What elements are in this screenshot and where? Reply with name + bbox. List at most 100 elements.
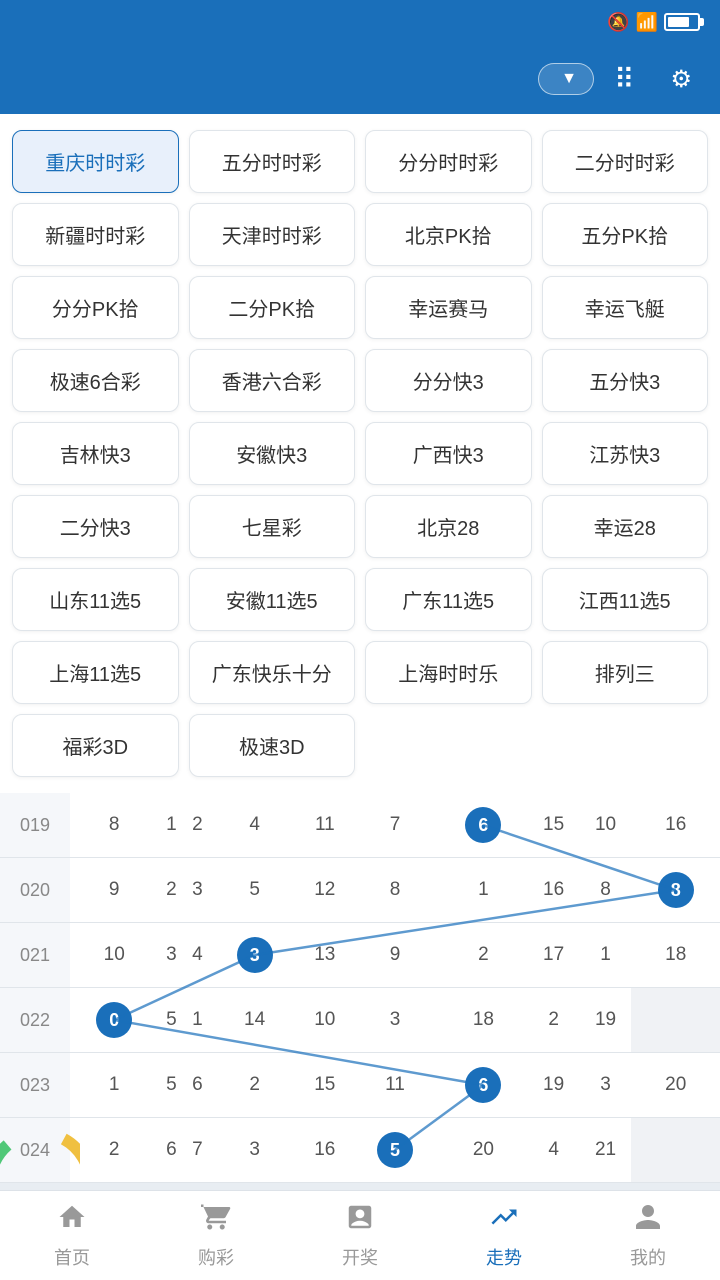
data-cell: 8 [351, 858, 439, 923]
lottery-item-jisu-6hc[interactable]: 极速6合彩 [12, 349, 179, 412]
lottery-item-jilin-k3[interactable]: 吉林快3 [12, 422, 179, 485]
nav-label-trend: 走势 [486, 1244, 522, 1270]
lottery-item-fenfen[interactable]: 分分时时彩 [365, 130, 532, 193]
data-cell: 8 [631, 858, 720, 923]
lottery-item-anhui-11x5[interactable]: 安徽11选5 [189, 568, 356, 631]
table-row: 024267316520421 [0, 1118, 720, 1183]
nav-item-mine[interactable]: 我的 [576, 1191, 720, 1280]
issue-cell: 021 [0, 923, 70, 988]
data-cell: 9 [70, 858, 158, 923]
data-cell: 16 [631, 793, 720, 858]
data-cell: 21 [580, 1118, 632, 1183]
data-cell: 2 [210, 1053, 298, 1118]
lottery-item-wufen-k3[interactable]: 五分快3 [542, 349, 709, 412]
lottery-item-qixingcai[interactable]: 七星彩 [189, 495, 356, 558]
lottery-item-jiangxi-11x5[interactable]: 江西11选5 [542, 568, 709, 631]
data-cell: 3 [158, 923, 184, 988]
bell-slash-icon: 🔕 [607, 12, 629, 33]
lottery-item-anhui-k3[interactable]: 安徽快3 [189, 422, 356, 485]
lottery-item-erfen-k3[interactable]: 二分快3 [12, 495, 179, 558]
grid-icon: ⠿ [614, 63, 635, 96]
nav-label-home: 首页 [54, 1244, 90, 1270]
lottery-item-tianjin[interactable]: 天津时时彩 [189, 203, 356, 266]
lottery-item-xingyun28[interactable]: 幸运28 [542, 495, 709, 558]
lottery-item-xinjiang[interactable]: 新疆时时彩 [12, 203, 179, 266]
lottery-item-shanghai-11x5[interactable]: 上海11选5 [12, 641, 179, 704]
data-cell: 1 [580, 923, 632, 988]
lottery-item-xingyu-saima[interactable]: 幸运赛马 [365, 276, 532, 339]
lottery-item-chongqing[interactable]: 重庆时时彩 [12, 130, 179, 193]
lottery-item-beijing28[interactable]: 北京28 [365, 495, 532, 558]
data-cell: 5 [158, 988, 184, 1053]
data-cell: 11 [351, 1053, 439, 1118]
issue-cell: 019 [0, 793, 70, 858]
data-cell: 19 [528, 1053, 580, 1118]
data-cell: 18 [631, 923, 720, 988]
data-cell: 11 [299, 793, 351, 858]
data-cell: 16 [299, 1118, 351, 1183]
data-cell: 3 [210, 1118, 298, 1183]
lottery-panel: 重庆时时彩五分时时彩分分时时彩二分时时彩新疆时时彩天津时时彩北京PK拾五分PK拾… [0, 114, 720, 793]
data-cell: 18 [439, 988, 527, 1053]
status-icons: 🔕 📶 [607, 12, 700, 33]
data-cell: 4 [210, 793, 298, 858]
lottery-item-shandong-11x5[interactable]: 山东11选5 [12, 568, 179, 631]
lottery-item-guangdong-11x5[interactable]: 广东11选5 [365, 568, 532, 631]
data-cell: 15 [528, 793, 580, 858]
data-cell: 8 [70, 793, 158, 858]
lottery-item-fenfen-pk[interactable]: 分分PK拾 [12, 276, 179, 339]
status-bar: 🔕 📶 [0, 0, 720, 44]
lottery-item-pailisan[interactable]: 排列三 [542, 641, 709, 704]
lottery-item-fucai3d[interactable]: 福彩3D [12, 714, 179, 777]
lottery-item-jiangsu-k3[interactable]: 江苏快3 [542, 422, 709, 485]
data-cell: 5 [351, 1118, 439, 1183]
lottery-item-xianggang-6hc[interactable]: 香港六合彩 [189, 349, 356, 412]
nav-item-home[interactable]: 首页 [0, 1191, 144, 1280]
table-row: 02315621511619320 [0, 1053, 720, 1118]
data-cell: 2 [70, 1118, 158, 1183]
lottery-item-jisu3d[interactable]: 极速3D [189, 714, 356, 777]
data-cell: 9 [351, 923, 439, 988]
lottery-item-shanghai-sshle[interactable]: 上海时时乐 [365, 641, 532, 704]
table-wrapper: 0198124117615101602092351281168802110343… [0, 793, 720, 1183]
data-cell: 5 [158, 1053, 184, 1118]
data-cell: 7 [184, 1118, 210, 1183]
data-cell: 6 [439, 793, 527, 858]
battery-icon [664, 13, 700, 31]
lottery-item-erfen-pk[interactable]: 二分PK拾 [189, 276, 356, 339]
lottery-item-erfen[interactable]: 二分时时彩 [542, 130, 709, 193]
lottery-item-guangdong-klsf[interactable]: 广东快乐十分 [189, 641, 356, 704]
data-cell: 3 [184, 858, 210, 923]
user-icon [633, 1202, 663, 1240]
lottery-item-xingyu-feiting[interactable]: 幸运飞艇 [542, 276, 709, 339]
data-cell: 2 [184, 793, 210, 858]
pie-chart [0, 1103, 80, 1183]
nav-item-lottery[interactable]: 开奖 [288, 1191, 432, 1280]
nav-label-lottery: 开奖 [342, 1244, 378, 1270]
nav-item-trend[interactable]: 走势 [432, 1191, 576, 1280]
issue-cell: 022 [0, 988, 70, 1053]
data-cell: 4 [528, 1118, 580, 1183]
home-icon [57, 1202, 87, 1240]
data-cell: 1 [184, 988, 210, 1053]
data-cell: 1 [439, 858, 527, 923]
trend-dropdown[interactable]: ▼ [538, 63, 594, 95]
data-cell: 1 [70, 1053, 158, 1118]
data-cell: 17 [528, 923, 580, 988]
chevron-down-icon: ▼ [561, 70, 577, 88]
data-cell: 6 [184, 1053, 210, 1118]
data-cell: 20 [439, 1118, 527, 1183]
lottery-item-wufen[interactable]: 五分时时彩 [189, 130, 356, 193]
lottery-item-guangxi-k3[interactable]: 广西快3 [365, 422, 532, 485]
nav-item-buy[interactable]: 购彩 [144, 1191, 288, 1280]
nav-label-mine: 我的 [630, 1244, 666, 1270]
cart-icon [201, 1202, 231, 1240]
data-cell: 4 [184, 923, 210, 988]
data-cell: 13 [299, 923, 351, 988]
data-cell: 8 [580, 858, 632, 923]
data-cell: 7 [351, 793, 439, 858]
lottery-item-beijing-pk[interactable]: 北京PK拾 [365, 203, 532, 266]
lottery-item-wufen-pk[interactable]: 五分PK拾 [542, 203, 709, 266]
lottery-grid: 重庆时时彩五分时时彩分分时时彩二分时时彩新疆时时彩天津时时彩北京PK拾五分PK拾… [12, 130, 708, 777]
lottery-item-fenfen-k3[interactable]: 分分快3 [365, 349, 532, 412]
